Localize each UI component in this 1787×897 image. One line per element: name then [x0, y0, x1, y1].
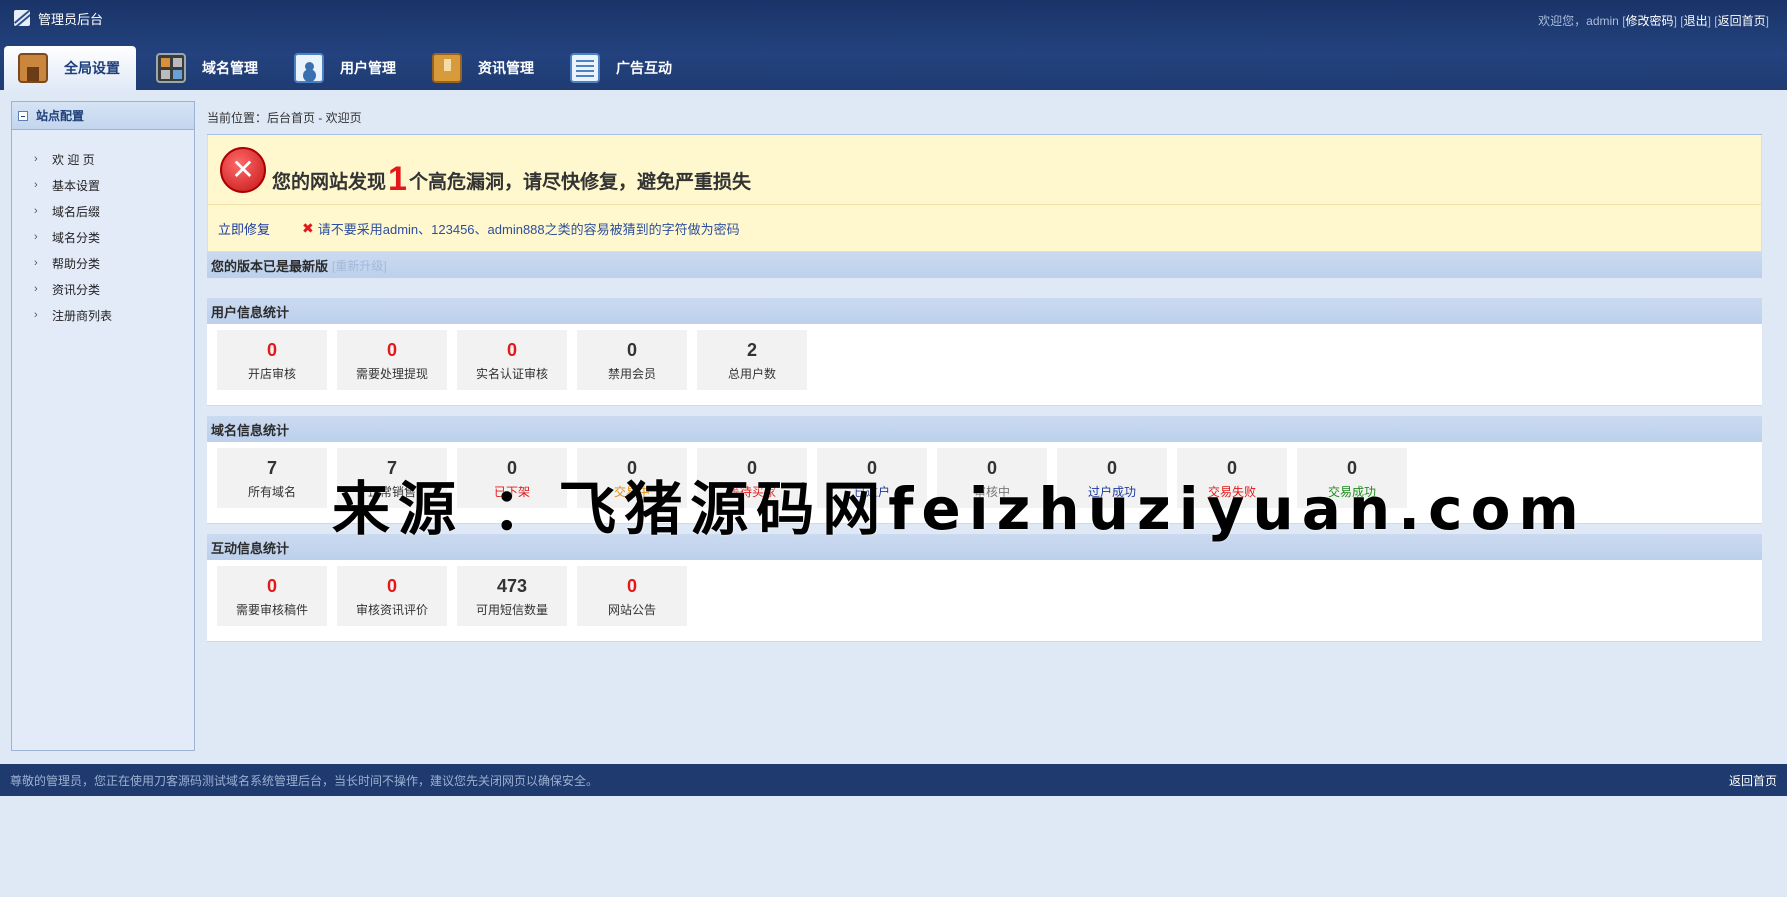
password-tip: 请不要采用admin、123456、admin888之类的容易被猜到的字符做为密…	[317, 221, 740, 237]
stat-card-realname-review[interactable]: 0 实名认证审核	[457, 330, 567, 390]
top-header: 管理员后台 欢迎您，admin [修改密码] [退出] [返回首页] 全局设置 …	[0, 0, 1787, 90]
app-title-text: 管理员后台	[38, 11, 104, 27]
global-settings-icon	[18, 53, 48, 83]
user-stats-panel: 0 开店审核 0 需要处理提现 0 实名认证审核 0 禁用会员 2 总用户数	[207, 324, 1762, 406]
tab-user-management[interactable]: 用户管理	[280, 46, 412, 90]
fix-now-link[interactable]: 立即修复	[218, 219, 270, 238]
app-title: 管理员后台	[14, 8, 103, 28]
alert-headline: ✕ 您的网站发现1 个高危漏洞，请尽快修复，避免严重损失	[208, 135, 1761, 205]
app-logo-icon	[14, 10, 30, 26]
tab-label: 用户管理	[340, 60, 396, 76]
sidebar-menu: › 欢 迎 页 › 基本设置 › 域名后缀 › 域名分类 › 帮助分类 › 资讯分类 › 注册…	[12, 130, 194, 328]
sidebar-item-basic-settings[interactable]: › 基本设置	[12, 172, 194, 198]
sidebar-item-welcome[interactable]: › 欢 迎 页	[12, 146, 194, 172]
sidebar-item-registrar-list[interactable]: › 注册商列表	[12, 302, 194, 328]
news-folder-icon	[432, 53, 462, 83]
alert-message: 您的网站发现1 个高危漏洞，请尽快修复，避免严重损失	[272, 160, 751, 198]
chevron-right-icon: ›	[34, 257, 38, 269]
chevron-right-icon: ›	[34, 283, 38, 295]
version-bar: 您的版本已是最新版 [重新升级]	[207, 252, 1762, 278]
sidebar-item-domain-category[interactable]: › 域名分类	[12, 224, 194, 250]
sidebar-header[interactable]: 站点配置	[12, 102, 194, 130]
upgrade-link[interactable]: [重新升级]	[332, 257, 387, 274]
chevron-right-icon: ›	[34, 309, 38, 321]
sidebar-item-help-category[interactable]: › 帮助分类	[12, 250, 194, 276]
stat-card-sms-balance[interactable]: 473 可用短信数量	[457, 566, 567, 626]
interact-stats-panel: 0 需要审核稿件 0 审核资讯评价 473 可用短信数量 0 网站公告	[207, 560, 1762, 642]
breadcrumb: 当前位置：后台首页 - 欢迎页	[207, 101, 1762, 135]
alert-details: 立即修复 ✖ 请不要采用admin、123456、admin888之类的容易被猜…	[208, 205, 1761, 251]
user-card-icon	[294, 53, 324, 83]
sidebar: 站点配置 › 欢 迎 页 › 基本设置 › 域名后缀 › 域名分类 › 帮助分类 › 资讯分…	[11, 101, 195, 751]
tab-label: 广告互动	[616, 60, 672, 76]
sidebar-item-news-category[interactable]: › 资讯分类	[12, 276, 194, 302]
change-password-link[interactable]: 修改密码	[1626, 14, 1674, 28]
domain-grid-icon	[156, 53, 186, 83]
chevron-right-icon: ›	[34, 205, 38, 217]
watermark-text: 来源 ：飞猪源码网feizhuziyuan.com	[332, 475, 1587, 543]
chevron-right-icon: ›	[34, 179, 38, 191]
tab-news-management[interactable]: 资讯管理	[418, 46, 550, 90]
top-links: 欢迎您，admin [修改密码] [退出] [返回首页]	[1538, 14, 1769, 28]
stat-card-shop-review[interactable]: 0 开店审核	[217, 330, 327, 390]
ad-list-icon	[570, 53, 600, 83]
stat-card-pending-articles[interactable]: 0 需要审核稿件	[217, 566, 327, 626]
tab-label: 全局设置	[64, 60, 120, 76]
sidebar-item-domain-suffix[interactable]: › 域名后缀	[12, 198, 194, 224]
home-link[interactable]: 返回首页	[1718, 14, 1766, 28]
tab-domain-management[interactable]: 域名管理	[142, 46, 274, 90]
tab-global-settings[interactable]: 全局设置	[4, 46, 136, 90]
tab-ad-interaction[interactable]: 广告互动	[556, 46, 688, 90]
main-nav: 全局设置 域名管理 用户管理 资讯管理 广告互动	[4, 46, 694, 90]
stat-card-announcements[interactable]: 0 网站公告	[577, 566, 687, 626]
logout-link[interactable]: 退出	[1684, 14, 1708, 28]
version-text: 您的版本已是最新版	[211, 258, 329, 274]
welcome-text: 欢迎您，admin	[1538, 14, 1619, 28]
user-stats-section: 用户信息统计 0 开店审核 0 需要处理提现 0 实名认证审核 0 禁用会员 2 总用户数	[207, 298, 1762, 406]
tab-label: 资讯管理	[478, 60, 534, 76]
sidebar-title: 站点配置	[36, 109, 85, 123]
interact-stats-section: 互动信息统计 0 需要审核稿件 0 审核资讯评价 473 可用短信数量 0 网站公告	[207, 534, 1762, 642]
stat-card-all-domains[interactable]: 7 所有域名	[217, 448, 327, 508]
user-stats-title: 用户信息统计	[207, 298, 1762, 324]
collapse-icon[interactable]	[18, 110, 28, 121]
stat-card-banned-members[interactable]: 0 禁用会员	[577, 330, 687, 390]
tab-label: 域名管理	[202, 60, 258, 76]
chevron-right-icon: ›	[34, 231, 38, 243]
stat-card-withdrawals[interactable]: 0 需要处理提现	[337, 330, 447, 390]
main-content: 当前位置：后台首页 - 欢迎页 ✕ 您的网站发现1 个高危漏洞，请尽快修复，避免严…	[207, 101, 1762, 751]
vulnerability-count: 1	[388, 160, 407, 198]
chevron-right-icon: ›	[34, 153, 38, 165]
footer: 尊敬的管理员，您正在使用刀客源码测试域名系统管理后台，当长时间不操作，建议您先关…	[0, 764, 1787, 796]
stat-card-news-reviews[interactable]: 0 审核资讯评价	[337, 566, 447, 626]
stat-card-total-users[interactable]: 2 总用户数	[697, 330, 807, 390]
domain-stats-title: 域名信息统计	[207, 416, 1762, 442]
security-alert: ✕ 您的网站发现1 个高危漏洞，请尽快修复，避免严重损失 立即修复 ✖ 请不要采用…	[207, 135, 1762, 252]
footer-home-link[interactable]: 返回首页	[1729, 772, 1777, 789]
footer-notice: 尊敬的管理员，您正在使用刀客源码测试域名系统管理后台，当长时间不操作，建议您先关…	[10, 773, 599, 788]
error-x-icon: ✕	[220, 146, 266, 193]
warning-x-icon: ✖	[302, 219, 314, 236]
